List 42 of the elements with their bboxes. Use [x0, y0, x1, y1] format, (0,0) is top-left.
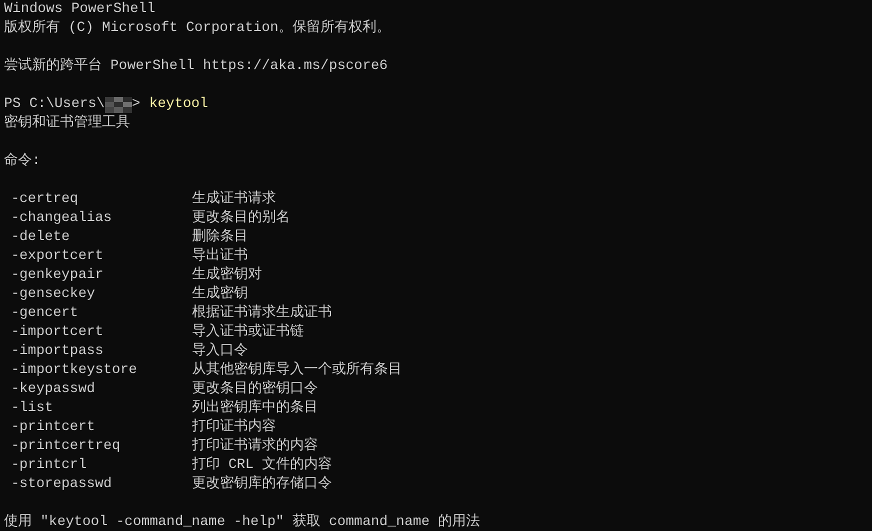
option-name: -genkeypair: [11, 266, 104, 285]
option-name: -storepasswd: [11, 475, 113, 494]
option-name: -keypasswd: [11, 380, 96, 399]
option-description: 列出密钥库中的条目: [192, 399, 318, 418]
output-text: 尝试新的跨平台 PowerShell https://aka.ms/pscore6: [4, 57, 388, 76]
option-description: 从其他密钥库导入一个或所有条目: [192, 361, 402, 380]
option-name: -delete: [11, 228, 71, 247]
option-description: 打印 CRL 文件的内容: [192, 456, 332, 475]
option-name: -certreq: [11, 190, 80, 209]
option-description: 删除条目: [192, 228, 248, 247]
output-text: 使用 "keytool -command_name -help" 获取 command_name 的用法: [4, 513, 480, 531]
redacted-username: [104, 96, 132, 112]
option-description: 更改条目的密钥口令: [192, 380, 318, 399]
output-text: 命令:: [4, 152, 40, 171]
option-description: 打印证书请求的内容: [192, 437, 318, 456]
option-description: 更改密钥库的存储口令: [192, 475, 332, 494]
output-text: 密钥和证书管理工具: [4, 114, 130, 133]
prompt-path: PS C:\Users\: [4, 95, 105, 114]
option-name: -gencert: [11, 304, 80, 323]
option-name: -printcert: [11, 418, 96, 437]
option-name: -exportcert: [11, 247, 104, 266]
option-name: -printcrl: [11, 456, 88, 475]
option-description: 导入口令: [192, 342, 248, 361]
option-description: 更改条目的别名: [192, 209, 290, 228]
option-description: 根据证书请求生成证书: [192, 304, 332, 323]
option-name: -changealias: [11, 209, 113, 228]
option-description: 打印证书内容: [192, 418, 276, 437]
option-name: -list: [11, 399, 54, 418]
prompt-symbol: >: [132, 95, 140, 114]
option-name: -importkeystore: [11, 361, 138, 380]
option-name: -genseckey: [11, 285, 96, 304]
option-name: -importcert: [11, 323, 104, 342]
option-name: -printcertreq: [11, 437, 122, 456]
option-description: 导入证书或证书链: [192, 323, 304, 342]
option-name: -importpass: [11, 342, 104, 361]
output-text: 版权所有 (C) Microsoft Corporation。保留所有权利。: [4, 19, 390, 38]
option-description: 生成证书请求: [192, 190, 276, 209]
option-description: 生成密钥: [192, 285, 248, 304]
option-description: 生成密钥对: [192, 266, 262, 285]
output-text: Windows PowerShell: [4, 0, 156, 19]
command-text: keytool: [149, 95, 208, 114]
option-description: 导出证书: [192, 247, 248, 266]
